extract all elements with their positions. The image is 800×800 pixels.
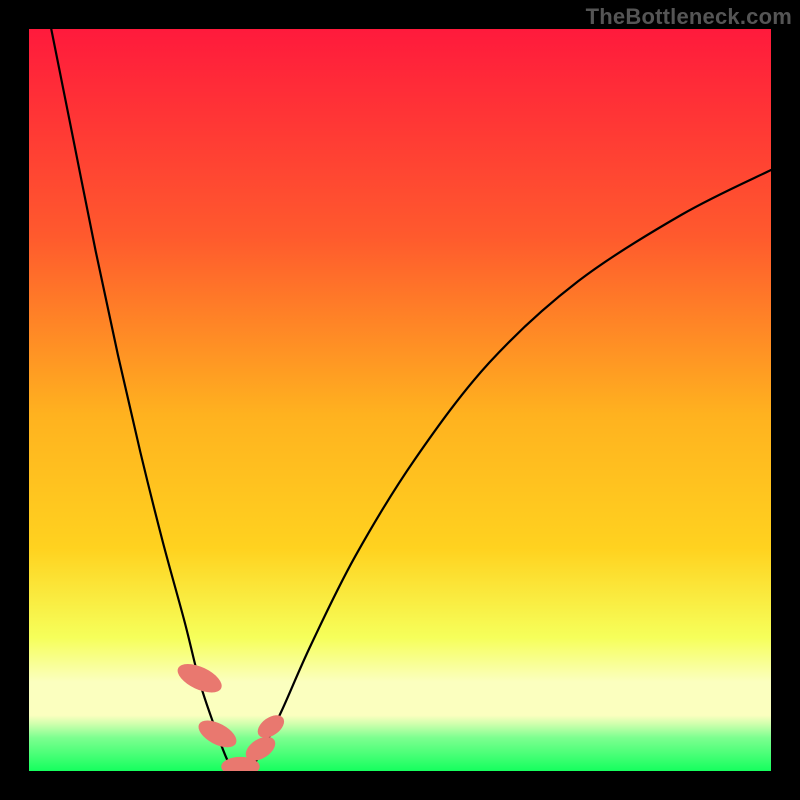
chart-svg [29, 29, 771, 771]
attribution-text: TheBottleneck.com [586, 4, 792, 30]
gradient-background [29, 29, 771, 771]
chart-plot-area [29, 29, 771, 771]
outer-frame: TheBottleneck.com [0, 0, 800, 800]
